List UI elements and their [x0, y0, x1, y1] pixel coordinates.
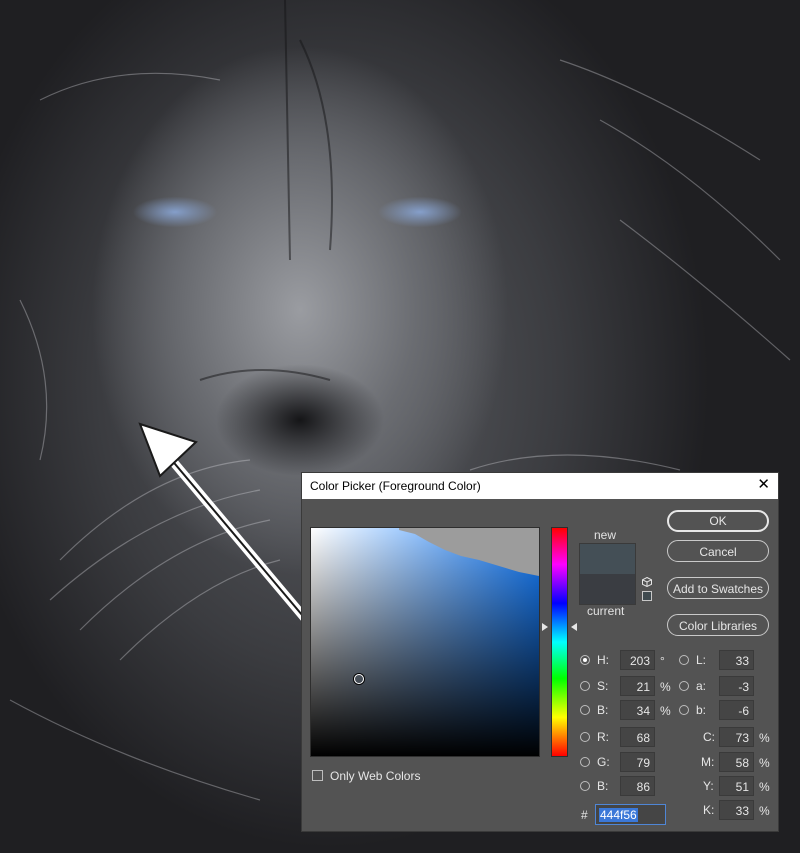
- lab-b-input[interactable]: -6: [719, 700, 754, 720]
- blue-label: B:: [597, 779, 609, 793]
- brightness-label: B:: [597, 703, 609, 717]
- lab-a-label: a:: [696, 679, 707, 693]
- hue-radio[interactable]: [580, 655, 590, 665]
- yellow-input[interactable]: 51: [719, 776, 754, 796]
- saturation-label: S:: [597, 679, 609, 693]
- color-libraries-button[interactable]: Color Libraries: [667, 614, 769, 636]
- cyan-input[interactable]: 73: [719, 727, 754, 747]
- color-picker-dialog: Color Picker (Foreground Color) ✕ new cu…: [301, 472, 779, 832]
- close-icon[interactable]: ✕: [757, 477, 770, 493]
- saturation-radio[interactable]: [580, 681, 590, 691]
- new-color-label: new: [594, 528, 617, 542]
- dialog-title: Color Picker (Foreground Color): [310, 479, 481, 493]
- only-web-colors-checkbox[interactable]: [312, 770, 323, 781]
- hex-value-selection: 444f56: [599, 808, 638, 822]
- black-label: K:: [703, 803, 715, 817]
- magenta-unit: %: [759, 756, 770, 770]
- magenta-input[interactable]: 58: [719, 752, 754, 772]
- dialog-titlebar[interactable]: Color Picker (Foreground Color) ✕: [302, 473, 778, 499]
- hue-input[interactable]: 203: [620, 650, 655, 670]
- green-radio[interactable]: [580, 757, 590, 767]
- black-input[interactable]: 33: [719, 800, 754, 820]
- black-unit: %: [759, 804, 770, 818]
- saturation-unit: %: [660, 680, 671, 694]
- blue-radio[interactable]: [580, 781, 590, 791]
- cyan-label: C:: [703, 730, 715, 744]
- hue-slider-right-arrow-icon[interactable]: [571, 623, 577, 631]
- brightness-unit: %: [660, 704, 671, 718]
- lab-a-input[interactable]: -3: [719, 676, 754, 696]
- green-label: G:: [597, 755, 610, 769]
- brightness-radio[interactable]: [580, 705, 590, 715]
- hue-label: H:: [597, 653, 609, 667]
- ok-button[interactable]: OK: [667, 510, 769, 532]
- hue-slider-left-arrow-icon[interactable]: [542, 623, 548, 631]
- lightness-label: L:: [696, 653, 707, 667]
- yellow-label: Y:: [703, 779, 714, 793]
- red-label: R:: [597, 730, 609, 744]
- lab-b-radio[interactable]: [679, 705, 689, 715]
- hue-slider[interactable]: [551, 527, 568, 757]
- lightness-radio[interactable]: [679, 655, 689, 665]
- blue-input[interactable]: 86: [620, 776, 655, 796]
- red-input[interactable]: 68: [620, 727, 655, 747]
- hue-unit: °: [660, 654, 665, 668]
- current-color-swatch[interactable]: [579, 574, 636, 605]
- current-color-label: current: [587, 604, 625, 618]
- new-color-swatch: [579, 543, 636, 576]
- brightness-input[interactable]: 34: [620, 700, 655, 720]
- gamut-warning-region: [399, 528, 539, 576]
- color-field-marker[interactable]: [354, 674, 364, 684]
- hex-input[interactable]: 444f56: [595, 804, 666, 825]
- green-input[interactable]: 79: [620, 752, 655, 772]
- saturation-input[interactable]: 21: [620, 676, 655, 696]
- add-to-swatches-button[interactable]: Add to Swatches: [667, 577, 769, 599]
- cancel-button[interactable]: Cancel: [667, 540, 769, 562]
- lab-b-label: b:: [696, 703, 707, 717]
- hex-hash-label: #: [581, 808, 588, 822]
- red-radio[interactable]: [580, 732, 590, 742]
- saturation-brightness-field[interactable]: [310, 527, 540, 757]
- only-web-colors-label: Only Web Colors: [330, 769, 421, 783]
- magenta-label: M:: [701, 755, 715, 769]
- out-of-gamut-cube-icon[interactable]: [642, 577, 652, 587]
- cyan-unit: %: [759, 731, 770, 745]
- lab-a-radio[interactable]: [679, 681, 689, 691]
- yellow-unit: %: [759, 780, 770, 794]
- lightness-input[interactable]: 33: [719, 650, 754, 670]
- web-safe-swatch-icon[interactable]: [642, 591, 652, 601]
